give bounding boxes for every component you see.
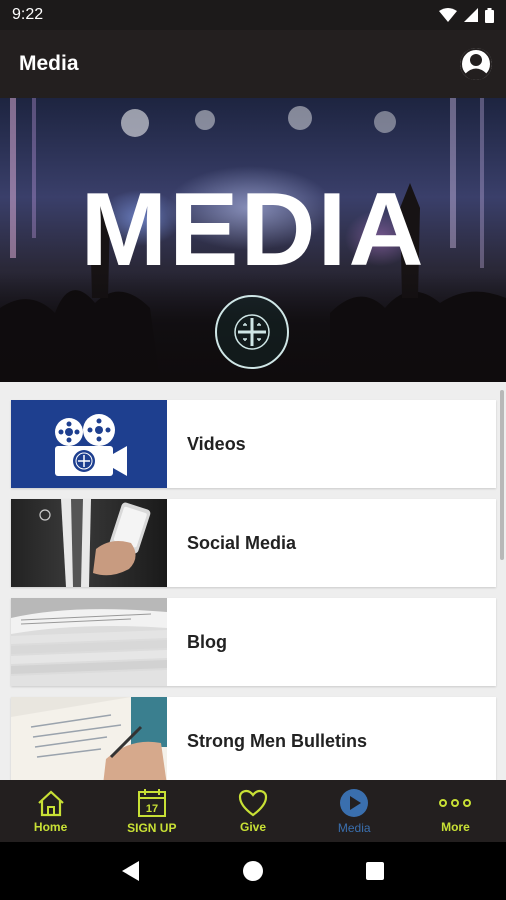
app-bar: Media <box>0 30 506 98</box>
nav-item-more[interactable]: More <box>405 780 506 842</box>
marked-men-logo <box>215 295 289 369</box>
nav-item-sign-up[interactable]: 17 SIGN UP <box>101 780 202 842</box>
videos-thumbnail <box>11 400 167 488</box>
home-circle-icon[interactable] <box>242 860 264 882</box>
status-icons <box>439 7 494 23</box>
more-icon <box>439 798 472 807</box>
media-item-blog[interactable]: Blog <box>11 598 496 686</box>
home-icon <box>37 790 64 816</box>
nav-label: Media <box>337 820 371 835</box>
blog-thumbnail <box>11 598 167 686</box>
media-list: Videos Social Media Blog Strong Men Bull… <box>0 382 506 780</box>
media-item-videos[interactable]: Videos <box>11 400 496 488</box>
account-icon <box>460 48 492 80</box>
hero-title: MEDIA <box>80 172 426 288</box>
media-item-label: Social Media <box>187 532 297 553</box>
newspaper-stack-image <box>11 598 167 686</box>
cellular-icon <box>464 8 478 22</box>
screen: 9:22 Media MEDIA Videos Social Media Blo… <box>0 0 506 900</box>
nav-label: More <box>441 819 470 834</box>
nav-label: Give <box>240 819 267 834</box>
battery-icon <box>485 7 494 23</box>
calendar-day: 17 <box>146 803 158 815</box>
back-icon[interactable] <box>121 860 141 882</box>
nav-label: SIGN UP <box>127 820 177 835</box>
status-time: 9:22 <box>12 6 44 23</box>
list-scrollbar[interactable] <box>500 390 504 560</box>
status-bar: 9:22 <box>0 0 506 30</box>
phone-hand-image <box>39 499 151 587</box>
bottom-navigation: Home 17 SIGN UP Give Media More <box>0 780 506 842</box>
calendar-icon: 17 <box>137 788 166 817</box>
nav-label: Home <box>33 819 68 834</box>
recents-icon[interactable] <box>365 861 385 881</box>
nav-item-media[interactable]: Media <box>304 780 405 842</box>
writing-hand-image <box>11 697 167 780</box>
account-button[interactable] <box>460 48 492 80</box>
page-title: Media <box>19 52 79 75</box>
bulletins-thumbnail <box>11 697 167 780</box>
social-media-thumbnail <box>11 499 167 587</box>
media-item-strong-men-bulletins[interactable]: Strong Men Bulletins <box>11 697 496 780</box>
media-item-label: Videos <box>187 433 246 454</box>
play-icon <box>340 788 369 817</box>
system-navigation-bar <box>0 842 506 900</box>
nav-item-home[interactable]: Home <box>0 780 101 842</box>
nav-item-give[interactable]: Give <box>202 780 303 842</box>
heart-icon <box>238 789 268 816</box>
media-item-label: Blog <box>187 631 227 652</box>
media-item-label: Strong Men Bulletins <box>187 730 367 751</box>
media-item-social-media[interactable]: Social Media <box>11 499 496 587</box>
video-camera-icon <box>55 414 127 476</box>
wifi-icon <box>439 8 457 22</box>
hero-banner: MEDIA <box>0 98 506 382</box>
